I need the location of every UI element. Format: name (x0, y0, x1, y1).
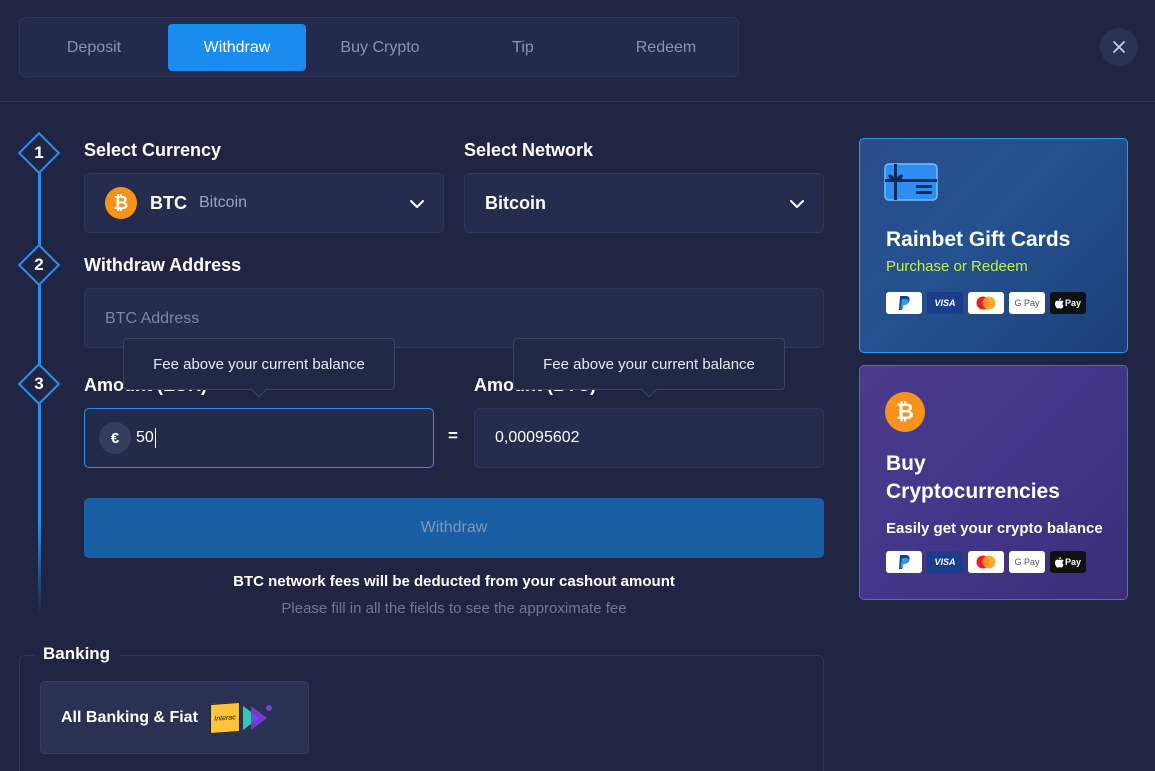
step-number-3: 3 (34, 374, 44, 393)
buy-crypto-title-line1: Buy (886, 452, 926, 475)
apple-pay-icon: Pay (1050, 551, 1086, 573)
withdraw-button[interactable]: Withdraw (84, 498, 824, 558)
tab-buy-crypto[interactable]: Buy Crypto (311, 24, 449, 71)
fee-note: BTC network fees will be deducted from y… (233, 573, 675, 590)
fee-tooltip-fiat: Fee above your current balance (123, 338, 395, 398)
visa-icon: VISA (927, 551, 963, 573)
currency-select[interactable]: ₿ BTC Bitcoin (84, 173, 444, 233)
header-divider (0, 101, 1155, 102)
address-placeholder: BTC Address (105, 310, 200, 327)
fee-tooltip-crypto-text: Fee above your current balance (543, 355, 755, 373)
all-banking-fiat-label: All Banking & Fiat (61, 708, 198, 726)
google-pay-icon: G Pay (1009, 292, 1045, 314)
mastercard-icon (968, 292, 1004, 314)
network-value: Bitcoin (485, 193, 546, 213)
all-banking-fiat-button[interactable]: All Banking & Fiat Interac (40, 681, 309, 754)
amount-crypto-value: 0,00095602 (495, 429, 580, 446)
interac-logo: Interac (209, 701, 240, 734)
buy-crypto-panel[interactable]: ₿ Buy Cryptocurrencies Easily get your c… (859, 365, 1128, 600)
close-icon (1113, 41, 1125, 53)
select-network-label: Select Network (464, 140, 594, 160)
bitcoin-icon: ₿ (885, 392, 925, 432)
tab-redeem[interactable]: Redeem (597, 24, 735, 71)
tab-deposit[interactable]: Deposit (25, 24, 163, 71)
text-cursor (155, 428, 156, 448)
paypal-icon (886, 551, 922, 573)
chevron-down-icon (410, 200, 424, 208)
fiat-provider-icon (242, 704, 272, 730)
mastercard-icon (968, 551, 1004, 573)
payment-methods-row: VISA G Pay Pay (886, 292, 1086, 314)
amount-fiat-value: 50 (136, 429, 154, 446)
apple-pay-label: Pay (1064, 557, 1081, 567)
currency-code: BTC (150, 193, 187, 213)
step-number-2: 2 (34, 255, 44, 274)
gift-cards-title: Rainbet Gift Cards (886, 228, 1071, 251)
close-button[interactable] (1100, 28, 1138, 66)
amount-fiat-input[interactable]: € 50 (84, 408, 434, 468)
tooltip-arrow (640, 380, 658, 398)
select-currency-label: Select Currency (84, 140, 222, 160)
equals-sign: = (448, 426, 458, 445)
tab-withdraw[interactable]: Withdraw (168, 24, 306, 71)
tab-bar: Deposit Withdraw Buy Crypto Tip Redeem (19, 17, 739, 77)
amount-crypto-input[interactable]: 0,00095602 (474, 408, 824, 468)
paypal-icon (886, 292, 922, 314)
chevron-down-icon (790, 200, 804, 208)
buy-crypto-title-line2: Cryptocurrencies (886, 480, 1060, 503)
fee-tooltip-crypto: Fee above your current balance (513, 338, 785, 398)
gift-cards-subtitle: Purchase or Redeem (886, 258, 1028, 275)
gift-card-icon (884, 163, 938, 201)
interac-label: Interac (214, 713, 236, 722)
step-number-1: 1 (34, 143, 44, 162)
buy-crypto-subtitle: Easily get your crypto balance (886, 520, 1103, 537)
currency-name: Bitcoin (199, 194, 248, 211)
euro-icon: € (99, 422, 131, 454)
withdraw-address-label: Withdraw Address (84, 255, 242, 275)
bitcoin-icon: ₿ (105, 187, 137, 219)
gift-cards-panel[interactable]: Rainbet Gift Cards Purchase or Redeem VI… (859, 138, 1128, 353)
google-pay-icon: G Pay (1009, 551, 1045, 573)
apple-pay-label: Pay (1064, 298, 1081, 308)
visa-icon: VISA (927, 292, 963, 314)
banking-section-label: Banking (34, 644, 120, 664)
tooltip-arrow (250, 380, 268, 398)
tab-tip[interactable]: Tip (454, 24, 592, 71)
fee-tooltip-fiat-text: Fee above your current balance (153, 355, 365, 373)
apple-pay-icon: Pay (1050, 292, 1086, 314)
network-select[interactable]: Bitcoin (464, 173, 824, 233)
fee-hint: Please fill in all the fields to see the… (281, 600, 627, 617)
payment-methods-row: VISA G Pay Pay (886, 551, 1086, 573)
